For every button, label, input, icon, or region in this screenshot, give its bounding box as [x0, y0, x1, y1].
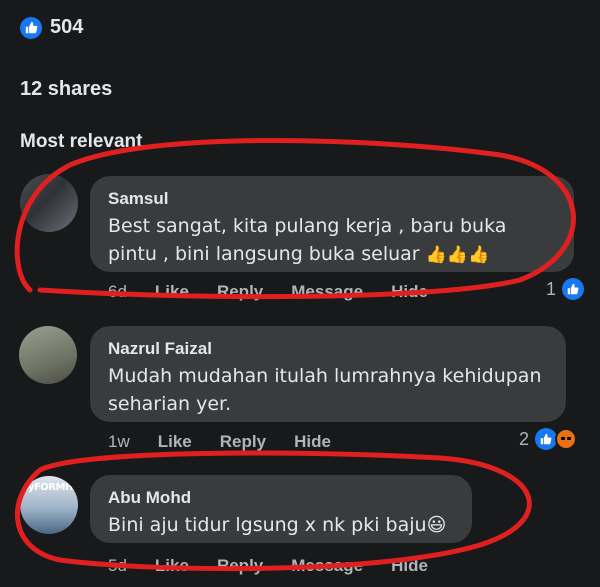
avatar[interactable]: ayFORMH3: [20, 476, 78, 534]
comments-panel: 504 12 shares Most relevant Samsul Best …: [0, 0, 600, 587]
like-button[interactable]: Like: [158, 432, 192, 452]
reaction-count: 504: [50, 16, 84, 38]
comment-author[interactable]: Nazrul Faizal: [108, 338, 550, 360]
reply-button[interactable]: Reply: [217, 282, 263, 302]
comment-bubble: Samsul Best sangat, kita pulang kerja , …: [90, 176, 574, 272]
comment-actions: 1w Like Reply Hide: [108, 432, 359, 452]
smile-emoji: 😃: [426, 514, 447, 536]
like-button[interactable]: Like: [155, 282, 189, 302]
comment-author[interactable]: Abu Mohd: [108, 487, 456, 509]
comment-filter[interactable]: Most relevant: [20, 131, 142, 153]
angry-icon: [555, 428, 578, 450]
like-button[interactable]: Like: [155, 556, 189, 576]
avatar[interactable]: [20, 174, 78, 232]
comment-reaction-count: 1: [546, 278, 557, 299]
like-icon: [20, 16, 42, 39]
comment-actions: 6d Like Reply Message Hide: [108, 282, 456, 302]
comment-time[interactable]: 6d: [108, 282, 127, 302]
message-button[interactable]: Message: [291, 282, 363, 302]
hide-button[interactable]: Hide: [294, 432, 331, 452]
comment-reactions[interactable]: 2: [519, 428, 578, 450]
post-reactions[interactable]: 504: [20, 16, 83, 39]
comment-time[interactable]: 5d: [108, 556, 127, 576]
comment-text: Best sangat, kita pulang kerja , baru bu…: [108, 215, 507, 265]
reply-button[interactable]: Reply: [220, 432, 266, 452]
comment-text: Bini aju tidur lgsung x nk pki baju😃: [108, 514, 447, 536]
comment-text: Mudah mudahan itulah lumrahnya kehidupan…: [108, 365, 542, 415]
shares-count[interactable]: 12 shares: [20, 78, 112, 101]
avatar-logo-text: ayFORMH3: [22, 482, 78, 493]
thumbs-up-emoji: 👍👍👍: [425, 245, 490, 265]
hide-button[interactable]: Hide: [391, 556, 428, 576]
like-icon: [535, 428, 558, 450]
comment-time[interactable]: 1w: [108, 432, 130, 452]
avatar[interactable]: [19, 326, 77, 384]
comment-reaction-count: 2: [519, 428, 530, 449]
hide-button[interactable]: Hide: [391, 282, 428, 302]
comment-bubble: Abu Mohd Bini aju tidur lgsung x nk pki …: [90, 475, 472, 543]
comment-actions: 5d Like Reply Message Hide: [108, 556, 456, 576]
comment-bubble: Nazrul Faizal Mudah mudahan itulah lumra…: [90, 326, 566, 422]
comment-author[interactable]: Samsul: [108, 188, 558, 210]
comment-reactions[interactable]: 1: [546, 278, 585, 300]
like-icon: [562, 278, 585, 300]
reply-button[interactable]: Reply: [217, 556, 263, 576]
message-button[interactable]: Message: [291, 556, 363, 576]
